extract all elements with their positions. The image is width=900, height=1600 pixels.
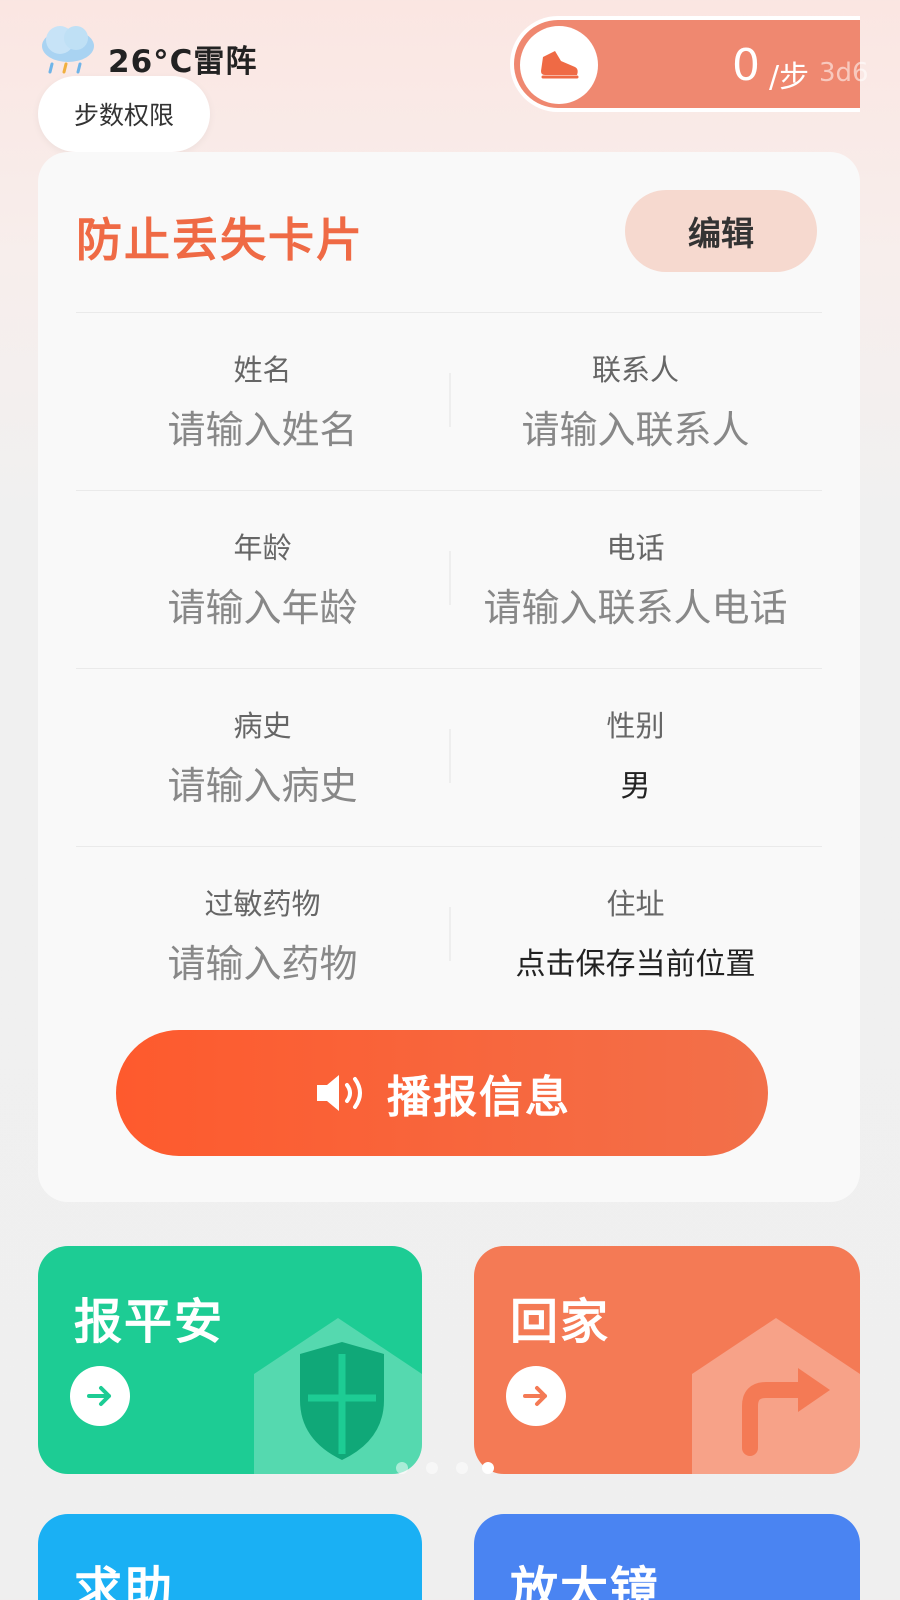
step-unit: /步 xyxy=(769,60,810,95)
field-phone[interactable]: 电话 请输入联系人电话 xyxy=(449,491,822,668)
field-label: 性别 xyxy=(606,709,665,743)
field-age[interactable]: 年龄 请输入年龄 xyxy=(76,491,449,668)
go-home-tile[interactable]: 回家 xyxy=(474,1246,860,1474)
info-row: 年龄 请输入年龄 电话 请输入联系人电话 xyxy=(76,490,822,668)
field-label: 电话 xyxy=(606,531,665,565)
card-title: 防止丢失卡片 xyxy=(76,213,364,267)
page-indicator xyxy=(396,1458,506,1478)
field-gender[interactable]: 性别 男 xyxy=(449,669,822,846)
field-allergy[interactable]: 过敏药物 请输入药物 xyxy=(76,847,449,1026)
step-counter[interactable]: 0 /步 3d6 xyxy=(510,16,869,112)
edit-button[interactable]: 编辑 xyxy=(625,190,817,272)
info-row: 过敏药物 请输入药物 住址 点击保存当前位置 xyxy=(76,846,822,1026)
report-safe-tile[interactable]: 报平安 xyxy=(38,1246,422,1474)
field-value: 请输入药物 xyxy=(167,942,358,986)
broadcast-button[interactable]: 播报信息 xyxy=(116,1030,768,1156)
field-value: 请输入年龄 xyxy=(167,586,358,630)
field-label: 住址 xyxy=(606,887,665,921)
shoe-icon xyxy=(520,26,598,104)
cloud-rain-icon xyxy=(42,26,94,74)
field-value: 请输入联系人电话 xyxy=(483,586,788,630)
field-value: 请输入联系人 xyxy=(521,408,750,452)
broadcast-label: 播报信息 xyxy=(387,1072,571,1123)
page-dot xyxy=(456,1462,468,1474)
field-label: 年龄 xyxy=(233,531,292,565)
field-name[interactable]: 姓名 请输入姓名 xyxy=(76,313,449,490)
field-value: 请输入姓名 xyxy=(167,408,358,452)
weather-text: 26°C雷阵 xyxy=(108,44,258,80)
field-label: 病史 xyxy=(233,709,292,743)
field-contact[interactable]: 联系人 请输入联系人 xyxy=(449,313,822,490)
field-address[interactable]: 住址 点击保存当前位置 xyxy=(449,847,822,1026)
step-count: 0 xyxy=(732,40,760,91)
magnifier-tile[interactable]: 放大镜 xyxy=(474,1514,860,1600)
tile-title: 求助 xyxy=(74,1562,175,1600)
step-permission-button[interactable]: 步数权限 xyxy=(38,76,210,152)
field-value: 男 xyxy=(620,769,651,804)
page-dot-active xyxy=(482,1462,494,1474)
tile-title: 报平安 xyxy=(74,1294,225,1350)
page-dot xyxy=(426,1462,438,1474)
field-value: 点击保存当前位置 xyxy=(515,947,756,982)
speaker-icon xyxy=(317,1075,362,1111)
step-ghost-text: 3d6 xyxy=(819,58,869,88)
field-label: 姓名 xyxy=(233,353,292,387)
info-row: 病史 请输入病史 性别 男 xyxy=(76,668,822,846)
arrow-right-icon xyxy=(506,1366,566,1426)
field-label: 过敏药物 xyxy=(204,887,321,921)
field-medical-history[interactable]: 病史 请输入病史 xyxy=(76,669,449,846)
anti-lost-card: 防止丢失卡片 编辑 姓名 请输入姓名 联系人 请输入联系人 年龄 请输入年龄 电… xyxy=(38,152,860,1202)
tile-title: 回家 xyxy=(510,1294,611,1350)
shield-icon xyxy=(254,1318,422,1474)
info-grid: 姓名 请输入姓名 联系人 请输入联系人 年龄 请输入年龄 电话 请输入联系人电话… xyxy=(76,312,822,1026)
tile-title: 放大镜 xyxy=(510,1562,661,1600)
field-label: 联系人 xyxy=(591,353,679,387)
turn-right-icon xyxy=(692,1318,860,1474)
info-row: 姓名 请输入姓名 联系人 请输入联系人 xyxy=(76,312,822,490)
page-dot xyxy=(396,1462,408,1474)
arrow-right-icon xyxy=(70,1366,130,1426)
help-tile[interactable]: 求助 xyxy=(38,1514,422,1600)
field-value: 请输入病史 xyxy=(167,764,358,808)
